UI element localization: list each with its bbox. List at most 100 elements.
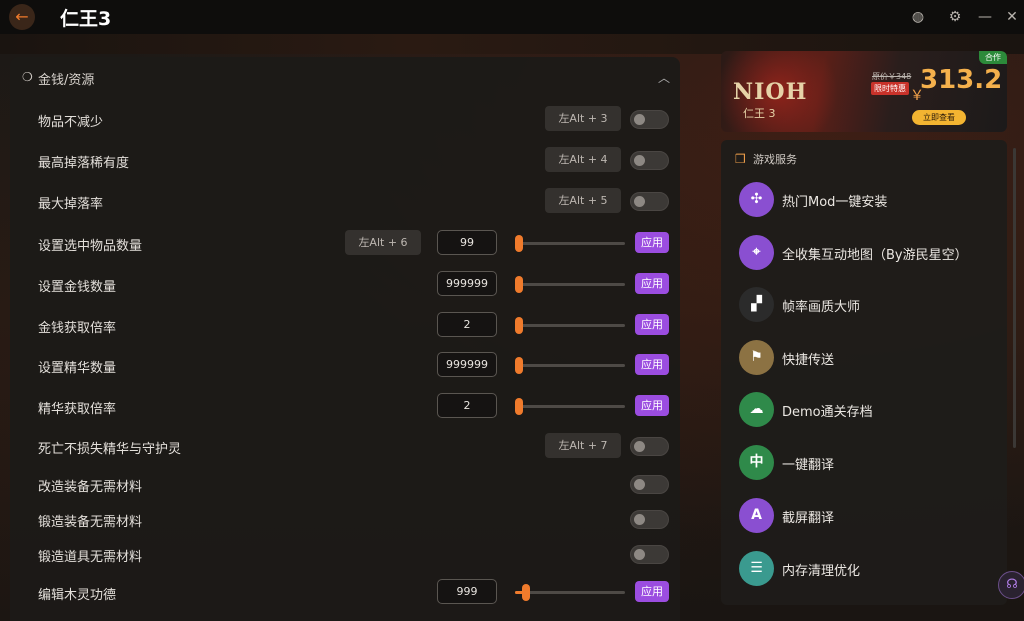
headset-support-icon[interactable]: ☊: [998, 571, 1024, 599]
service-label: Demo通关存档: [782, 405, 873, 420]
hotkey-button[interactable]: 左Alt + 5: [545, 188, 621, 213]
slider-handle[interactable]: [515, 235, 523, 252]
apply-button[interactable]: 应用: [635, 273, 669, 294]
apply-button[interactable]: 应用: [635, 232, 669, 253]
cheat-row: 设置金钱数量 999999 应用: [10, 267, 680, 303]
section-header[interactable]: ❍ 金钱/资源 ︿: [10, 57, 680, 97]
service-label: 内存清理优化: [782, 564, 861, 579]
save-cloud-icon: ☁: [739, 392, 774, 427]
cheat-row: 锻造道具无需材料: [10, 537, 680, 573]
apply-button[interactable]: 应用: [635, 354, 669, 375]
settings-icon[interactable]: ⚙: [946, 8, 964, 26]
chevron-up-icon[interactable]: ︿: [658, 69, 670, 86]
service-item[interactable]: ☁ Demo通关存档: [739, 390, 999, 430]
partner-badge: 合作: [979, 51, 1007, 64]
value-slider[interactable]: [515, 398, 625, 415]
service-item[interactable]: ✣ 热门Mod一键安装: [739, 180, 999, 220]
cheat-label: 锻造装备无需材料: [38, 515, 143, 530]
cheat-label: 精华获取倍率: [38, 402, 117, 417]
service-label: 全收集互动地图（By游民星空）: [782, 248, 968, 263]
cheat-panel: ❍ 金钱/资源 ︿ 物品不减少 左Alt + 3 最高掉落稀有度 左Alt + …: [10, 57, 680, 621]
cheat-row: 死亡不损失精华与守护灵 左Alt + 7: [10, 429, 680, 465]
mod-icon: ✣: [739, 182, 774, 217]
hotkey-button[interactable]: 左Alt + 7: [545, 433, 621, 458]
value-input[interactable]: 2: [437, 312, 497, 337]
cheat-row: 最高掉落稀有度 左Alt + 4: [10, 143, 680, 179]
minimize-icon[interactable]: —: [976, 8, 994, 26]
value-input[interactable]: 999999: [437, 352, 497, 377]
service-item[interactable]: A 截屏翻译: [739, 496, 999, 536]
cheat-row: 编辑木灵功德 999 应用: [10, 575, 680, 611]
cheat-toggle[interactable]: [630, 475, 669, 494]
section-title: 金钱/资源: [38, 73, 95, 88]
teleport-map-icon: ⚑: [739, 340, 774, 375]
slider-handle[interactable]: [515, 276, 523, 293]
services-title: 游戏服务: [753, 153, 797, 166]
cheat-label: 最大掉落率: [38, 197, 104, 212]
cheat-toggle[interactable]: [630, 545, 669, 564]
value-input[interactable]: 99: [437, 230, 497, 255]
cheat-toggle[interactable]: [630, 510, 669, 529]
service-label: 热门Mod一键安装: [782, 195, 888, 210]
cheat-row: 锻造装备无需材料: [10, 502, 680, 538]
service-item[interactable]: ☰ 内存清理优化: [739, 549, 999, 589]
cheat-label: 最高掉落稀有度: [38, 156, 130, 171]
cheat-row: 设置选中物品数量 左Alt + 6 99 应用: [10, 226, 680, 262]
cheat-label: 金钱获取倍率: [38, 321, 117, 336]
cheat-row: 金钱获取倍率 2 应用: [10, 308, 680, 344]
back-button[interactable]: ←: [9, 4, 35, 30]
cheat-row: 设置精华数量 999999 应用: [10, 348, 680, 384]
hotkey-button[interactable]: 左Alt + 6: [345, 230, 421, 255]
value-slider[interactable]: [515, 317, 625, 334]
value-input[interactable]: 2: [437, 393, 497, 418]
apply-button[interactable]: 应用: [635, 581, 669, 602]
value-slider[interactable]: [515, 357, 625, 374]
cheat-toggle[interactable]: [630, 110, 669, 129]
screenshot-translate-icon: A: [739, 498, 774, 533]
apply-button[interactable]: 应用: [635, 395, 669, 416]
cheat-toggle[interactable]: [630, 437, 669, 456]
slider-handle[interactable]: [522, 584, 530, 601]
service-item[interactable]: 中 一键翻译: [739, 443, 999, 483]
slider-handle[interactable]: [515, 317, 523, 334]
sale-price: 313.2: [920, 65, 1003, 95]
cheat-label: 物品不减少: [38, 115, 104, 130]
avatar-icon[interactable]: ◍: [909, 8, 927, 26]
scrollbar[interactable]: [1013, 148, 1016, 448]
value-slider[interactable]: [515, 584, 625, 601]
title-bar: ← 仁王3 ◍ ⚙ — ✕: [0, 0, 1024, 34]
memory-clean-icon: ☰: [739, 551, 774, 586]
apply-button[interactable]: 应用: [635, 314, 669, 335]
game-logo-subtitle: 仁王 3: [743, 107, 776, 120]
value-slider[interactable]: [515, 235, 625, 252]
sale-badge: 限时特惠: [871, 82, 909, 95]
cheat-row: 物品不减少 左Alt + 3: [10, 102, 680, 138]
value-slider[interactable]: [515, 276, 625, 293]
cheat-label: 设置选中物品数量: [38, 239, 143, 254]
cheat-label: 编辑木灵功德: [38, 588, 117, 603]
mouse-icon: ❍: [22, 70, 33, 84]
value-input[interactable]: 999999: [437, 271, 497, 296]
service-item[interactable]: ⌖ 全收集互动地图（By游民星空）: [739, 233, 999, 273]
cheat-toggle[interactable]: [630, 151, 669, 170]
slider-handle[interactable]: [515, 357, 523, 374]
cheat-label: 死亡不损失精华与守护灵: [38, 442, 182, 457]
service-label: 截屏翻译: [782, 511, 835, 526]
slider-handle[interactable]: [515, 398, 523, 415]
cheat-label: 设置金钱数量: [38, 280, 117, 295]
cheat-toggle[interactable]: [630, 192, 669, 211]
value-input[interactable]: 999: [437, 579, 497, 604]
service-label: 一键翻译: [782, 458, 835, 473]
service-item[interactable]: ⚑ 快捷传送: [739, 338, 999, 378]
cheat-row: 精华获取倍率 2 应用: [10, 389, 680, 425]
page-title: 仁王3: [60, 8, 112, 30]
original-price: 原价￥348: [872, 72, 912, 81]
hotkey-button[interactable]: 左Alt + 3: [545, 106, 621, 131]
game-ad-banner[interactable]: NIOH 仁王 3 合作 原价￥348 限时特惠 ￥ 313.2 立即查看: [721, 51, 1007, 132]
service-item[interactable]: ▞ 帧率画质大师: [739, 285, 999, 325]
close-icon[interactable]: ✕: [1003, 8, 1021, 26]
cheat-label: 设置精华数量: [38, 361, 117, 376]
view-now-button[interactable]: 立即查看: [912, 110, 966, 125]
hotkey-button[interactable]: 左Alt + 4: [545, 147, 621, 172]
fps-icon: ▞: [739, 287, 774, 322]
